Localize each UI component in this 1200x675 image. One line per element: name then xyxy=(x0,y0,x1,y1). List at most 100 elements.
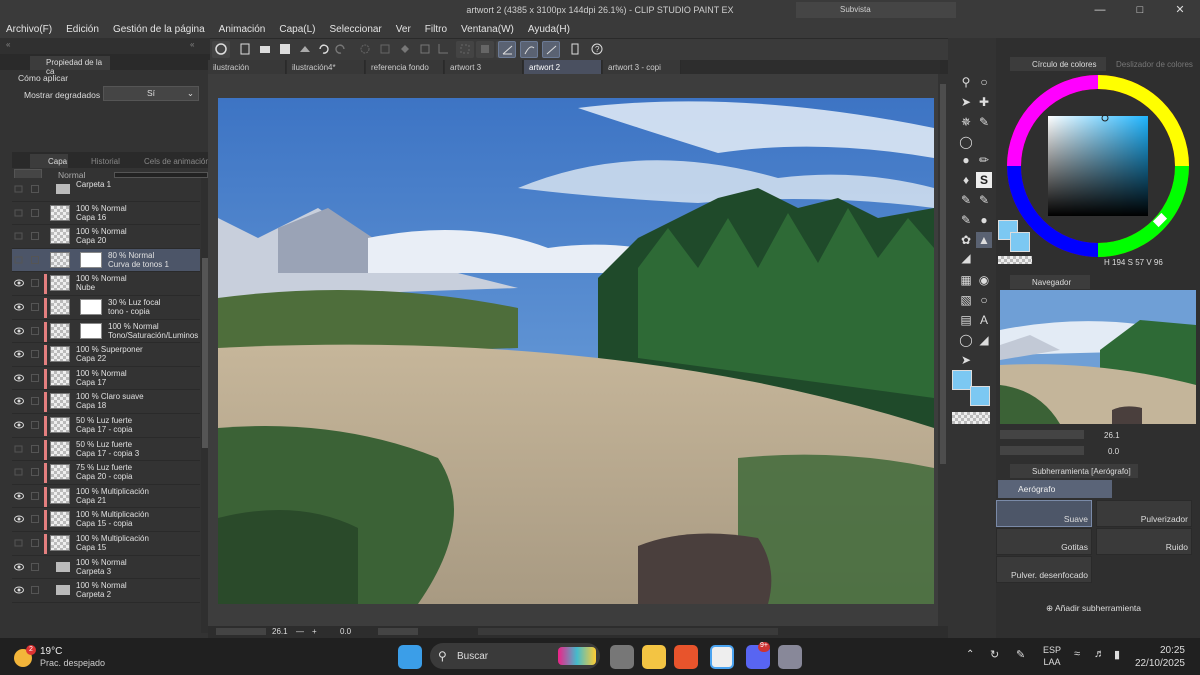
visibility-eye-icon[interactable] xyxy=(14,185,24,193)
navigator-preview[interactable] xyxy=(1000,290,1196,424)
layer-lock-toggle[interactable] xyxy=(31,562,39,571)
brave-browser-icon[interactable] xyxy=(674,645,698,669)
decoration-icon[interactable]: S xyxy=(976,172,992,188)
add-subtool-button[interactable]: ⊕ Añadir subherramienta xyxy=(1046,603,1141,614)
layer-row[interactable]: 100 % Multiplicación Capa 15 - copia xyxy=(12,508,200,532)
canvas-area[interactable] xyxy=(208,74,940,626)
layer-row[interactable]: 100 % Claro suave Capa 18 xyxy=(12,390,200,414)
layer-lock-toggle[interactable] xyxy=(31,397,39,406)
layer-row[interactable]: 100 % Multiplicación Capa 15 xyxy=(12,531,200,556)
layer-lock-toggle[interactable] xyxy=(31,255,39,264)
pencil-icon[interactable]: ✏ xyxy=(976,152,992,168)
sync-icon[interactable]: ↻ xyxy=(990,648,999,661)
visibility-eye-icon[interactable] xyxy=(14,209,24,217)
tab-history[interactable]: Historial xyxy=(75,154,120,168)
clock[interactable]: 20:25 22/10/2025 xyxy=(1135,644,1185,670)
zoom-slider[interactable] xyxy=(216,628,266,635)
visibility-eye-icon[interactable] xyxy=(14,492,24,500)
visibility-eye-icon[interactable] xyxy=(14,232,24,240)
grass-icon[interactable]: ✿ xyxy=(958,232,974,248)
snap-ruler-icon[interactable] xyxy=(498,41,516,58)
collapse-right-icon[interactable]: « xyxy=(190,40,194,49)
layer-row[interactable]: 100 % Normal Carpeta 3 xyxy=(12,555,200,580)
transform-icon[interactable] xyxy=(416,41,434,58)
weather-widget[interactable]: 2 19°C Prac. despejado xyxy=(14,645,134,669)
layer-lock-toggle[interactable] xyxy=(31,420,39,429)
gradient-icon[interactable]: ▧ xyxy=(958,292,974,308)
collapse-left-icon[interactable]: « xyxy=(6,40,10,49)
doc-tab-referencia[interactable]: referencia fondo xyxy=(366,60,444,74)
task-view-icon[interactable] xyxy=(610,645,634,669)
save-icon[interactable] xyxy=(276,41,294,58)
shape-icon[interactable]: ○ xyxy=(976,292,992,308)
menu-select[interactable]: Seleccionar xyxy=(330,24,382,35)
angle-value[interactable]: 0.0 xyxy=(340,627,351,636)
layer-lock-toggle[interactable] xyxy=(31,538,39,547)
export-icon[interactable] xyxy=(296,41,314,58)
layer-row[interactable]: 30 % Luz focal tono - copia xyxy=(12,295,200,320)
deselect-icon[interactable] xyxy=(456,41,474,58)
water-icon[interactable]: ● xyxy=(976,212,992,228)
minimize-icon[interactable]: — xyxy=(1080,0,1120,20)
undo-icon[interactable] xyxy=(314,41,332,58)
layer-row[interactable]: 100 % Normal Carpeta 2 xyxy=(12,579,200,603)
menu-page[interactable]: Gestión de la página xyxy=(113,24,205,35)
layer-row[interactable]: 100 % Normal Capa 17 xyxy=(12,366,200,391)
tab-color-wheel[interactable]: Círculo de colores xyxy=(1010,57,1106,71)
visibility-eye-icon[interactable] xyxy=(14,563,24,571)
sub-color-swatch[interactable] xyxy=(970,386,990,406)
visibility-eye-icon[interactable] xyxy=(14,586,24,594)
clip-studio-taskbar-icon[interactable] xyxy=(710,645,734,669)
correct-line-icon[interactable]: ➤ xyxy=(958,352,974,368)
pen-tray-icon[interactable]: ✎ xyxy=(1016,648,1025,661)
airbrush-icon[interactable]: ▲ xyxy=(976,232,992,248)
snap-special-ruler-icon[interactable] xyxy=(520,41,538,58)
close-icon[interactable]: ✕ xyxy=(1160,0,1200,20)
marker-icon[interactable]: ✎ xyxy=(976,192,992,208)
invert-selection-icon[interactable] xyxy=(476,41,494,58)
tab-navigator[interactable]: Navegador xyxy=(1010,275,1090,289)
clip-studio-icon[interactable] xyxy=(212,41,230,58)
ruler-icon[interactable]: ◢ xyxy=(976,332,992,348)
blend-icon[interactable]: ✎ xyxy=(958,212,974,228)
wheel-transparent-color[interactable] xyxy=(998,256,1032,264)
tab-layer[interactable]: Capa xyxy=(30,154,68,168)
visibility-eye-icon[interactable] xyxy=(14,445,24,453)
layer-lock-toggle[interactable] xyxy=(31,302,39,311)
layer-lock-toggle[interactable] xyxy=(31,444,39,453)
layer-row[interactable]: Carpeta 1 xyxy=(12,178,200,202)
nav-angle-value[interactable]: 0.0 xyxy=(1108,447,1119,456)
tab-subtool[interactable]: Subherramienta [Aerógrafo] xyxy=(1010,464,1138,478)
new-file-icon[interactable] xyxy=(236,41,254,58)
layer-lock-toggle[interactable] xyxy=(31,232,39,241)
visibility-eye-icon[interactable] xyxy=(14,397,24,405)
file-explorer-icon[interactable] xyxy=(642,645,666,669)
layer-lock-toggle[interactable] xyxy=(31,350,39,359)
clear-icon[interactable] xyxy=(356,41,374,58)
layer-row[interactable]: 100 % Multiplicación Capa 21 xyxy=(12,484,200,509)
volume-icon[interactable]: ♬ xyxy=(1094,648,1105,660)
layer-row[interactable]: 100 % NormalTono/Saturación/Luminosida xyxy=(12,319,200,344)
layer-row[interactable]: 75 % Luz fuerte Capa 20 - copia xyxy=(12,461,200,485)
wheel-sub-color[interactable] xyxy=(1010,232,1030,252)
layer-row[interactable]: 100 % Normal Capa 20 xyxy=(12,225,200,249)
clear-outside-icon[interactable] xyxy=(376,41,394,58)
zoom-out-icon[interactable]: — xyxy=(296,627,304,636)
brush-preset[interactable]: Pulverizador xyxy=(1096,500,1192,527)
menu-help[interactable]: Ayuda(H) xyxy=(528,24,570,35)
transparent-color-swatch[interactable] xyxy=(952,412,990,424)
zoom-value[interactable]: 26.1 xyxy=(272,627,288,636)
menu-edit[interactable]: Edición xyxy=(66,24,99,35)
nav-rotate-slider[interactable] xyxy=(1000,446,1084,455)
visibility-eye-icon[interactable] xyxy=(14,539,24,547)
layer-row[interactable]: 100 % Superponer Capa 22 xyxy=(12,343,200,367)
tray-chevron-icon[interactable]: ⌃ xyxy=(966,649,974,660)
layer-lock-toggle[interactable] xyxy=(31,491,39,500)
menu-window[interactable]: Ventana(W) xyxy=(461,24,514,35)
visibility-eye-icon[interactable] xyxy=(14,303,24,311)
layer-lock-toggle[interactable] xyxy=(31,326,39,335)
frame-icon[interactable]: ▤ xyxy=(958,312,974,328)
main-color-swatch[interactable] xyxy=(952,370,972,390)
subview-tab[interactable]: Subvista xyxy=(796,2,956,18)
operation-icon[interactable]: ➤ xyxy=(958,94,974,110)
